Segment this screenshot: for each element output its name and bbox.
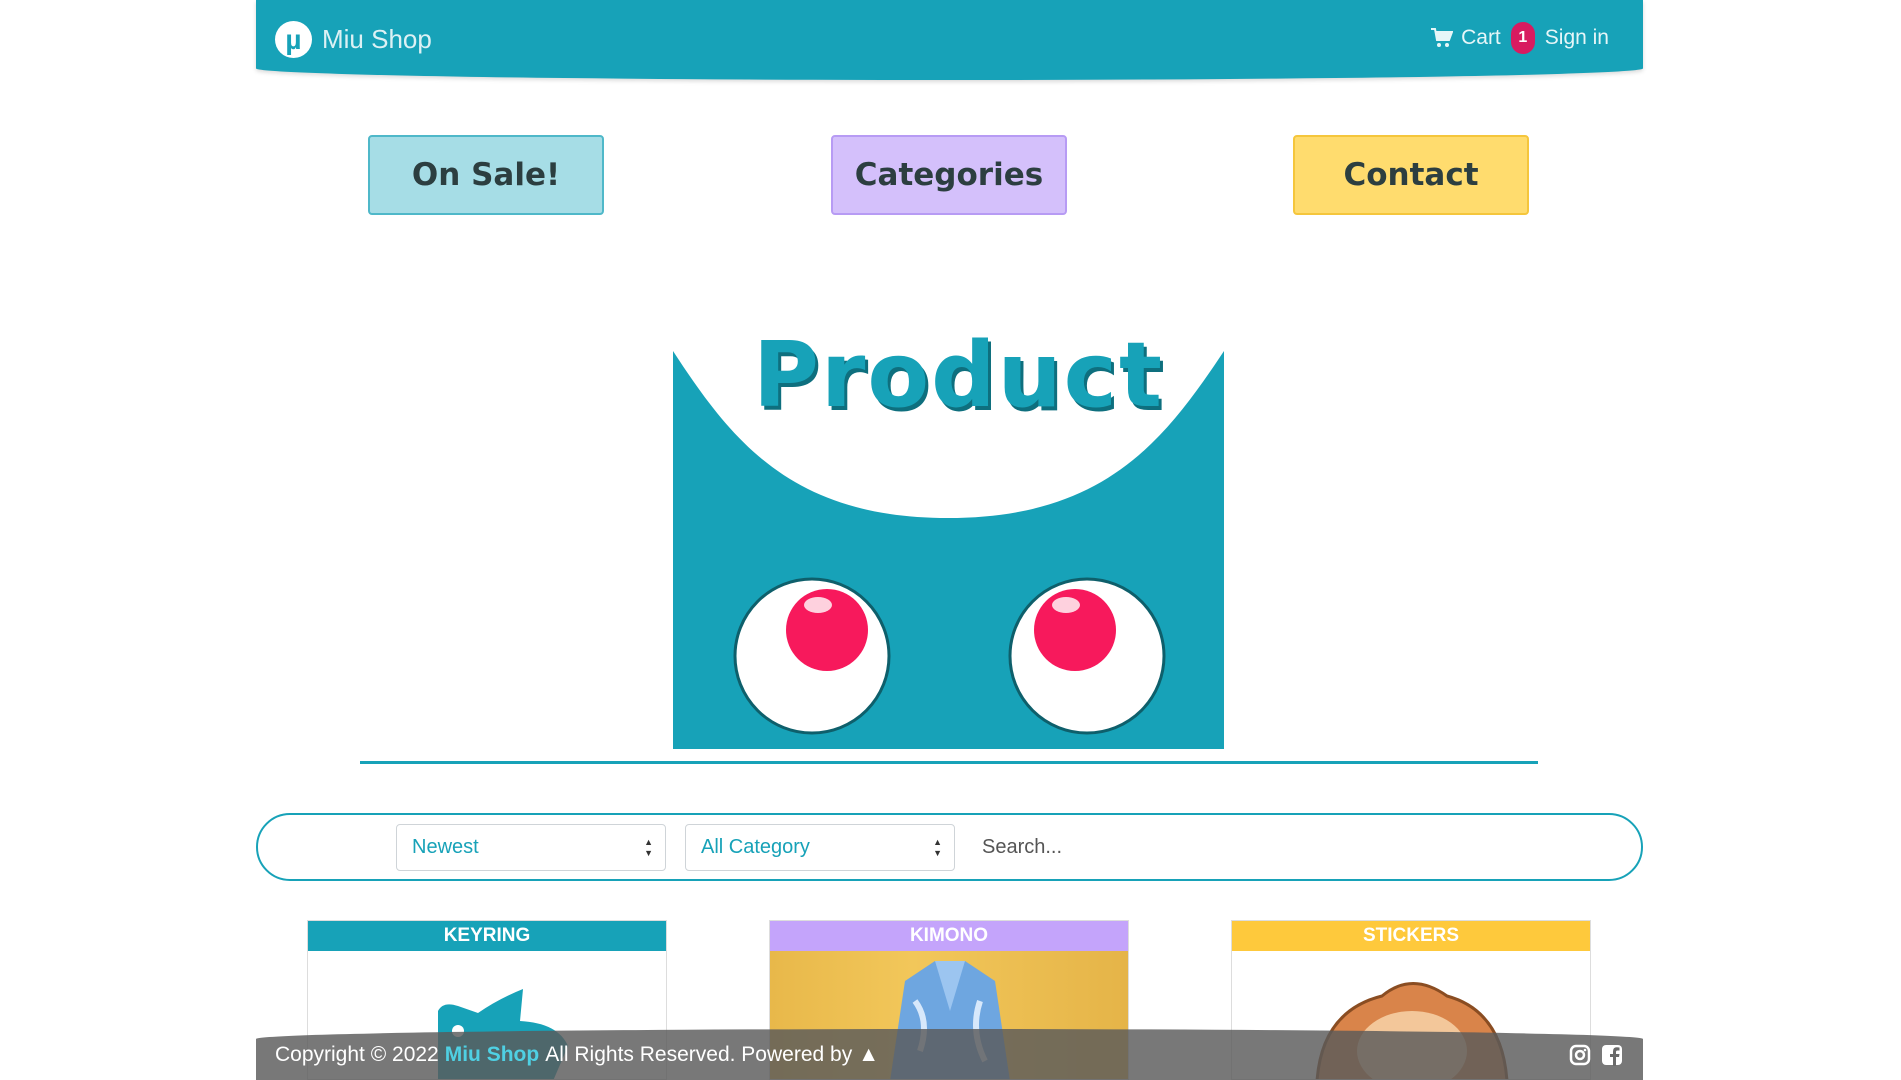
on-sale-button[interactable]: On Sale! — [368, 135, 604, 215]
hero-divider — [360, 761, 1538, 764]
footer-copyright: Copyright © 2022 Miu Shop All Rights Res… — [275, 1043, 879, 1067]
hero-title: Product — [753, 323, 1165, 428]
footer-brand-link[interactable]: Miu Shop — [445, 1043, 539, 1067]
signin-link[interactable]: Sign in — [1545, 26, 1609, 50]
hero-banner: Product — [673, 323, 1224, 749]
nav-right: Cart 1 Sign in — [1431, 22, 1609, 54]
copyright-text: Copyright © 2022 — [275, 1043, 439, 1066]
cart-icon — [1431, 28, 1454, 47]
select-arrows-icon: ▲ ▼ — [933, 837, 942, 858]
filter-bar: Newest ▲ ▼ All Category ▲ ▼ — [256, 813, 1643, 881]
cart-label: Cart — [1461, 26, 1501, 49]
instagram-icon[interactable] — [1569, 1044, 1591, 1066]
sort-select[interactable]: Newest ▲ ▼ — [396, 824, 666, 871]
product-category-label: KEYRING — [308, 921, 666, 951]
select-arrows-icon: ▲ ▼ — [644, 837, 653, 858]
product-category-label: KIMONO — [770, 921, 1128, 951]
brand-link[interactable]: µ Miu Shop — [275, 21, 432, 58]
footer: Copyright © 2022 Miu Shop All Rights Res… — [256, 1029, 1643, 1080]
category-select[interactable]: All Category ▲ ▼ — [685, 824, 955, 871]
sort-select-value: Newest — [412, 836, 479, 858]
categories-button[interactable]: Categories — [831, 135, 1067, 215]
brand-logo-icon: µ — [275, 21, 312, 58]
cart-link[interactable]: Cart — [1431, 26, 1501, 50]
contact-button[interactable]: Contact — [1293, 135, 1529, 215]
product-category-label: STICKERS — [1232, 921, 1590, 951]
social-icons — [1569, 1044, 1623, 1066]
navbar: µ Miu Shop Cart 1 Sign in — [256, 0, 1643, 80]
facebook-icon[interactable] — [1601, 1044, 1623, 1066]
rights-text: All Rights Reserved. Powered by — [545, 1043, 853, 1066]
powered-by-icon[interactable]: ▲ — [858, 1043, 879, 1067]
signin-label: Sign in — [1544, 26, 1609, 49]
brand-name: Miu Shop — [322, 24, 432, 54]
search-input[interactable] — [972, 824, 1612, 871]
category-select-value: All Category — [701, 836, 810, 858]
cart-count-badge: 1 — [1510, 22, 1535, 54]
